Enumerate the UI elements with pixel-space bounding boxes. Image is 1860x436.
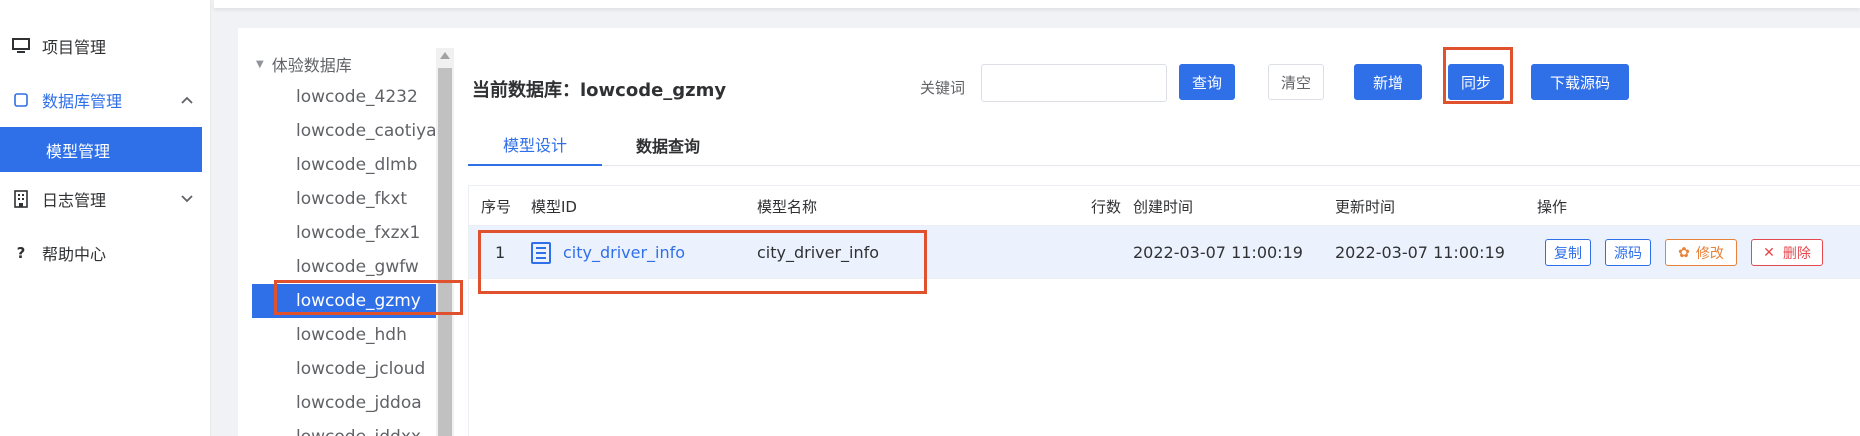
sidebar: 项目管理 数据库管理 模型管理 日志管理 ? 帮助中心: [0, 0, 211, 436]
tree-node[interactable]: lowcode_caotiyan: [252, 114, 452, 148]
tree-node[interactable]: lowcode_fxzx1: [252, 216, 452, 250]
chevron-up-icon: [181, 93, 193, 108]
sidebar-item-label: 帮助中心: [42, 245, 107, 264]
copy-button[interactable]: 复制: [1545, 239, 1591, 266]
top-bar: [214, 0, 1860, 8]
database-tree: ▼ 体验数据库 lowcode_4232 lowcode_caotiyan lo…: [238, 28, 456, 436]
current-database-title: 当前数据库：lowcode_gzmy: [472, 80, 727, 101]
question-icon: ?: [16, 244, 26, 262]
tree-node[interactable]: lowcode_4232: [252, 80, 452, 114]
building-icon: [12, 190, 30, 208]
tree-node[interactable]: lowcode_jcloud: [252, 352, 452, 386]
close-icon: ✕: [1763, 244, 1775, 261]
tree-node-selected[interactable]: lowcode_gzmy: [252, 284, 452, 318]
keyword-label: 关键词: [920, 79, 966, 97]
cell-index: 1: [495, 243, 506, 262]
column-header-model-name: 模型名称: [757, 197, 818, 216]
cell-created: 2022-03-07 11:00:19: [1133, 243, 1303, 262]
scroll-thumb[interactable]: [438, 68, 452, 436]
sidebar-item-database[interactable]: 数据库管理: [0, 78, 211, 122]
download-source-button[interactable]: 下载源码: [1531, 64, 1629, 100]
sidebar-item-help[interactable]: ? 帮助中心: [0, 231, 211, 275]
edit-label: 修改: [1695, 245, 1724, 262]
monitor-icon: [12, 37, 30, 55]
sidebar-subitem-model[interactable]: 模型管理: [0, 127, 202, 172]
edit-button[interactable]: ✿ 修改: [1665, 239, 1737, 266]
sidebar-subitem-label: 模型管理: [46, 141, 111, 161]
sidebar-item-label: 日志管理: [42, 191, 107, 210]
gear-icon: ✿: [1678, 244, 1690, 261]
tab-data-query[interactable]: 数据查询: [602, 123, 734, 166]
caret-down-icon: ▼: [256, 58, 264, 70]
sync-button[interactable]: 同步: [1448, 64, 1504, 100]
tree-node[interactable]: lowcode_dlmb: [252, 148, 452, 182]
tree-root-label: 体验数据库: [271, 56, 352, 75]
tree-node[interactable]: lowcode_gwfw: [252, 250, 452, 284]
sidebar-item-logs[interactable]: 日志管理: [0, 177, 211, 221]
cell-model-id[interactable]: city_driver_info: [531, 226, 685, 279]
tree-node[interactable]: lowcode_fkxt: [252, 182, 452, 216]
scroll-up-arrow-icon[interactable]: [440, 52, 450, 59]
column-header-actions: 操作: [1537, 197, 1568, 216]
delete-label: 删除: [1782, 245, 1811, 262]
sidebar-item-label: 项目管理: [42, 38, 107, 57]
delete-button[interactable]: ✕ 删除: [1751, 239, 1823, 266]
column-header-index: 序号: [481, 197, 512, 216]
column-header-model-id: 模型ID: [531, 197, 577, 216]
model-id-link[interactable]: city_driver_info: [563, 243, 685, 262]
tree-node[interactable]: lowcode_jddoa: [252, 386, 452, 420]
model-table: 序号 模型ID 模型名称 行数 创建时间 更新时间 操作 1 city_driv…: [468, 185, 1860, 436]
tree-root[interactable]: ▼ 体验数据库: [256, 52, 352, 76]
cell-model-name: city_driver_info: [757, 243, 880, 262]
sidebar-item-projects[interactable]: 项目管理: [0, 24, 211, 68]
query-button[interactable]: 查询: [1179, 64, 1235, 100]
source-button[interactable]: 源码: [1605, 239, 1651, 266]
table-row[interactable]: 1 city_driver_info city_driver_info 2022…: [469, 226, 1860, 279]
tab-model-design[interactable]: 模型设计: [468, 123, 602, 166]
add-button[interactable]: 新增: [1354, 64, 1422, 100]
table-header: 序号 模型ID 模型名称 行数 创建时间 更新时间 操作: [469, 186, 1860, 226]
tree-scrollbar[interactable]: [436, 48, 454, 436]
tree-node[interactable]: lowcode_jddxx: [252, 420, 452, 436]
checkbox-icon: [12, 91, 30, 109]
keyword-input[interactable]: [981, 64, 1167, 102]
main-panel: ▼ 体验数据库 lowcode_4232 lowcode_caotiyan lo…: [238, 28, 1860, 436]
column-header-row-count: 行数: [1091, 197, 1122, 216]
list-document-icon: [531, 241, 551, 264]
tree-node[interactable]: lowcode_hdh: [252, 318, 452, 352]
cell-updated: 2022-03-07 11:00:19: [1335, 243, 1505, 262]
chevron-down-icon: [181, 192, 193, 207]
column-header-updated: 更新时间: [1335, 197, 1396, 216]
clear-button[interactable]: 清空: [1268, 64, 1324, 100]
column-header-created: 创建时间: [1133, 197, 1194, 216]
sidebar-item-label: 数据库管理: [42, 92, 123, 111]
tab-bar: 模型设计 数据查询: [468, 123, 1860, 166]
